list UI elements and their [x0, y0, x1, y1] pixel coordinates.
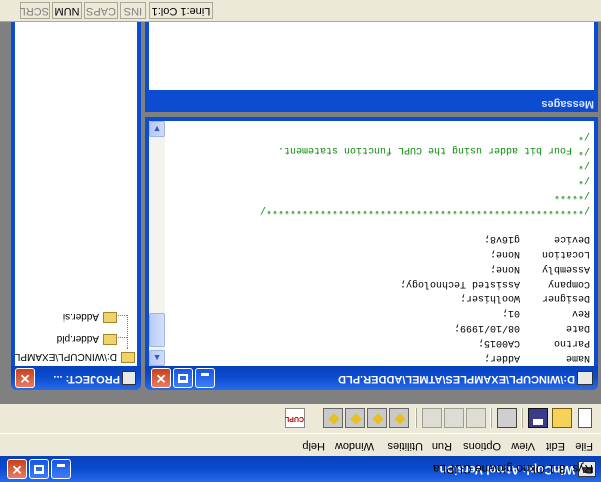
- code-line: Location None;: [489, 247, 590, 259]
- code-line: Name Adder;: [483, 352, 590, 363]
- code-line: Assembly None;: [489, 262, 590, 274]
- code-line: Partno CA0015;: [477, 337, 590, 349]
- close-icon: ✕: [155, 371, 167, 386]
- tree-item-adder-si[interactable]: Adder.si: [63, 311, 117, 323]
- folder-icon: [121, 352, 135, 363]
- menu-window[interactable]: Window: [335, 440, 374, 452]
- comment-line: /*: [577, 128, 590, 140]
- cut-icon[interactable]: [466, 408, 486, 428]
- maximize-icon: [178, 374, 188, 383]
- editor-minimize-button[interactable]: [195, 368, 215, 388]
- menu-utilities[interactable]: Utilities: [388, 440, 423, 452]
- mdi-client-area: D:\WINCUPL\EXAMPLES\ATMEL\ADDER.PLD ✕ Na…: [0, 0, 601, 404]
- status-line-col: Line:1 Col:1: [149, 2, 213, 19]
- status-scrl: SCRL: [20, 2, 50, 19]
- source-code: Name Adder; Partno CA0015; Date 08/10/1999;…: [170, 126, 590, 364]
- status-num: NUM: [52, 2, 82, 19]
- menu-run[interactable]: Run: [432, 440, 452, 452]
- editor-text-area[interactable]: Name Adder; Partno CA0015; Date 08/10/1999;…: [149, 121, 594, 366]
- scroll-thumb[interactable]: [149, 313, 165, 347]
- compile-icon[interactable]: [389, 408, 409, 428]
- copy-icon[interactable]: [444, 408, 464, 428]
- comment-line: /*****: [553, 188, 590, 200]
- code-line: Company Assisted Technology;: [399, 277, 590, 289]
- simulate-icon[interactable]: [345, 408, 365, 428]
- status-bar: Line:1 Col:1 INS CAPS NUM SCRL: [0, 0, 601, 22]
- project-icon: [122, 371, 136, 385]
- code-line: Date 08/10/1999;: [453, 322, 590, 334]
- messages-title: Messages: [541, 98, 594, 110]
- minimize-icon: [201, 373, 209, 376]
- menu-bar: File Edit View Options Run Utilities Win…: [0, 435, 601, 455]
- editor-maximize-button[interactable]: [173, 368, 193, 388]
- menu-options[interactable]: Options: [463, 440, 501, 452]
- code-line: Rev 01;: [501, 307, 590, 319]
- comment-line: /***************************************…: [259, 203, 590, 215]
- comment-line: /*: [577, 158, 590, 170]
- menu-edit[interactable]: Edit: [546, 440, 565, 452]
- menu-view[interactable]: View: [511, 440, 535, 452]
- device-dependent-compile-icon[interactable]: [367, 408, 387, 428]
- maximize-button[interactable]: [29, 459, 49, 479]
- folder-icon: [103, 312, 117, 323]
- minimize-button[interactable]: [51, 459, 71, 479]
- print-icon[interactable]: [497, 408, 517, 428]
- project-tree: D:\WINCUPL\EXAMPL Adder.pld Adder.si ◀ ▶: [15, 0, 137, 366]
- wincupl-screenshot: WinCupl: Atmel Version ✕ File Edit View …: [0, 0, 601, 482]
- tree-root-folder[interactable]: D:\WINCUPL\EXAMPL: [15, 351, 135, 363]
- menu-help[interactable]: Help: [302, 440, 325, 452]
- editor-window: D:\WINCUPL\EXAMPLES\ATMEL\ADDER.PLD ✕ Na…: [145, 117, 598, 390]
- editor-vertical-scrollbar[interactable]: ▲ ▼: [149, 121, 165, 366]
- project-title: PROJECT: ...: [53, 373, 120, 385]
- tree-item-adder-pld[interactable]: Adder.pld: [57, 333, 117, 345]
- minimize-icon: [57, 464, 65, 467]
- project-window: PROJECT: ... ✕ D:\WINCUPL\EXAMPL Adder.p…: [11, 0, 141, 390]
- editor-title-bar: D:\WINCUPL\EXAMPLES\ATMEL\ADDER.PLD ✕: [145, 366, 598, 390]
- scroll-up-icon[interactable]: ▲: [149, 350, 165, 366]
- folder-icon: [103, 334, 117, 345]
- status-ins: INS: [120, 2, 146, 19]
- close-icon: ✕: [19, 371, 31, 386]
- figure-caption: Rys. 3-1 Okno główne CUPLa: [432, 462, 593, 476]
- editor-close-button[interactable]: ✕: [151, 368, 171, 388]
- document-icon: [577, 371, 593, 385]
- rotated-figure: WinCupl: Atmel Version ✕ File Edit View …: [0, 0, 601, 482]
- code-line: Designer Woolhiser;: [459, 292, 590, 304]
- save-icon[interactable]: [528, 408, 548, 428]
- maximize-icon: [34, 465, 44, 474]
- project-close-button[interactable]: ✕: [15, 368, 35, 388]
- toolbar: CUPL: [0, 402, 601, 434]
- cupl-button[interactable]: CUPL: [285, 408, 305, 428]
- comment-line: /* Four bit adder using the CUPL functio…: [277, 143, 590, 155]
- project-title-bar: PROJECT: ... ✕: [11, 366, 141, 390]
- paste-icon[interactable]: [422, 408, 442, 428]
- editor-title: D:\WINCUPL\EXAMPLES\ATMEL\ADDER.PLD: [338, 373, 575, 385]
- menu-file[interactable]: File: [575, 440, 593, 452]
- new-file-icon[interactable]: [578, 408, 592, 428]
- scroll-down-icon[interactable]: ▼: [149, 121, 165, 137]
- close-button[interactable]: ✕: [7, 459, 27, 479]
- status-caps: CAPS: [84, 2, 118, 19]
- device-simulate-icon[interactable]: [323, 408, 343, 428]
- code-line: Device g16v8;: [483, 232, 590, 244]
- close-icon: ✕: [11, 462, 23, 477]
- comment-line: /*: [577, 173, 590, 185]
- open-file-icon[interactable]: [552, 408, 572, 428]
